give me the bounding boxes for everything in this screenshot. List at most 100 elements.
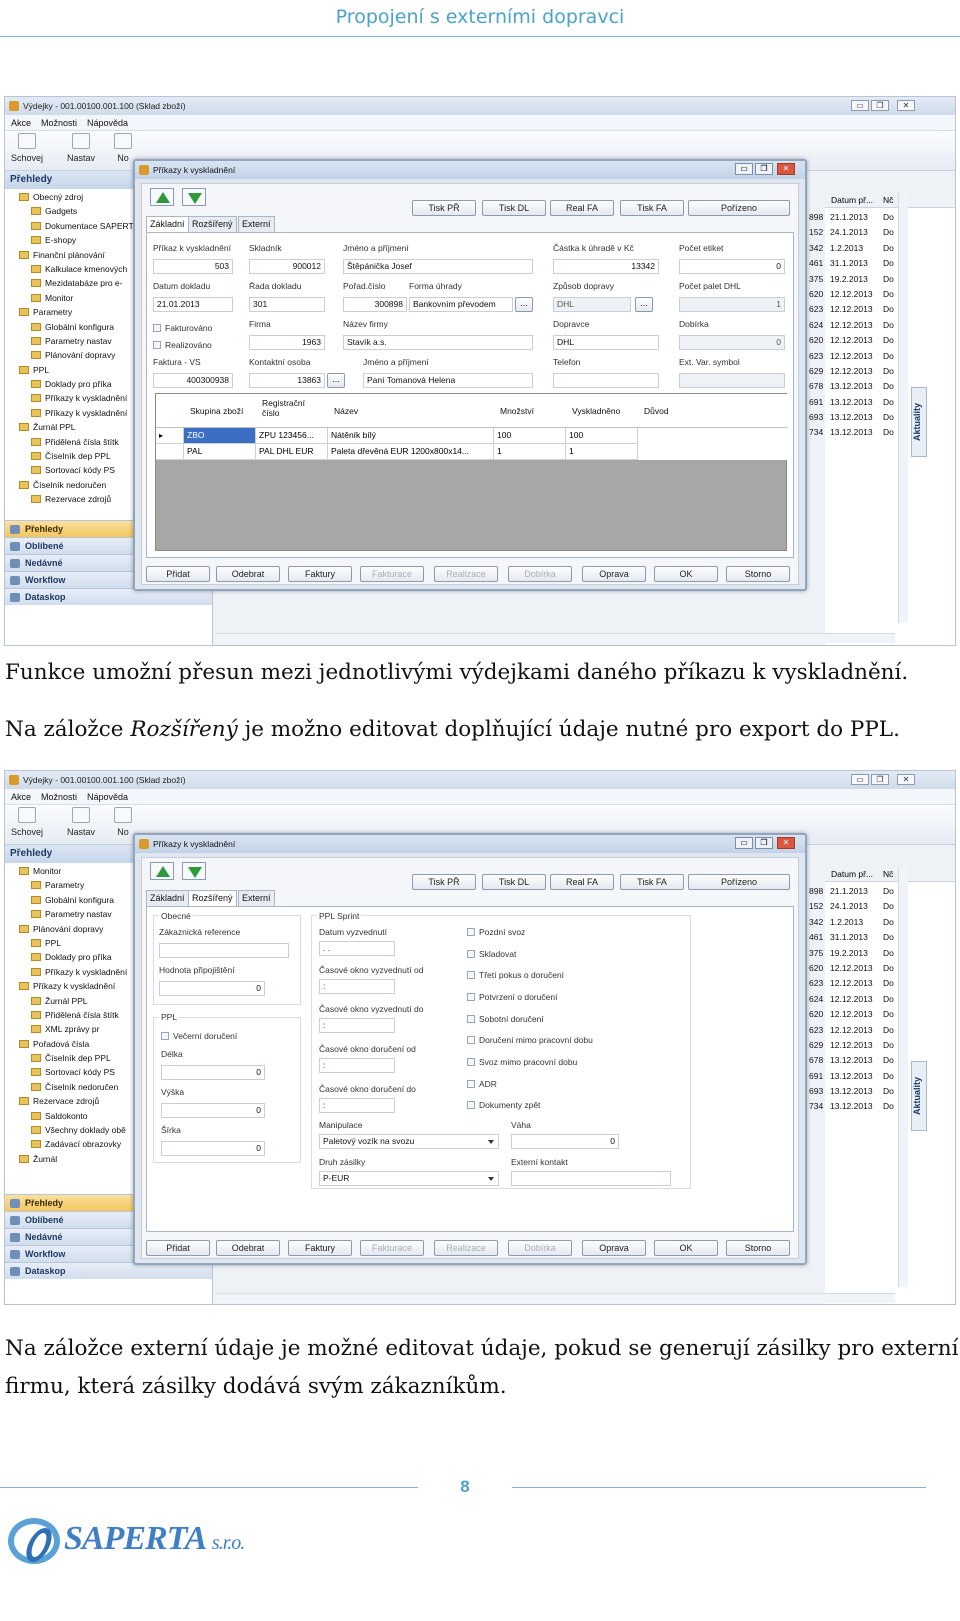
close-button[interactable]: ✕ [897,774,915,785]
list-item[interactable]: 13.12.2013 [830,1099,873,1114]
pridat-button[interactable]: Přidat [146,1240,210,1256]
checkbox-realizovano[interactable]: Realizováno [153,340,212,350]
prev-record-button[interactable] [150,188,174,206]
list-item[interactable]: 12.12.2013 [830,318,873,333]
field-etiket[interactable]: 0 [679,259,785,274]
tab-zakladni[interactable]: Základní [146,216,189,233]
list-item[interactable]: 620 [809,333,823,348]
dialog-maximize-button[interactable]: ❐ [755,837,773,849]
list-item[interactable]: 375 [809,946,823,961]
list-item[interactable]: Do [883,1069,894,1084]
field-okno-doruceni-do[interactable]: : [319,1098,395,1113]
list-item[interactable]: 629 [809,364,823,379]
fakturace-button[interactable]: Fakturace [360,1240,424,1256]
porizeno-button[interactable]: Pořízeno [688,200,790,216]
field-delka[interactable]: 0 [161,1065,265,1080]
list-item[interactable]: 12.12.2013 [830,1038,873,1053]
list-item[interactable]: 12.12.2013 [830,349,873,364]
col-datum[interactable]: Datum př... [831,869,873,879]
field-jmeno[interactable]: Štěpánička Josef [343,259,533,274]
list-item[interactable]: 12.12.2013 [830,302,873,317]
list-item[interactable]: 629 [809,1038,823,1053]
list-item[interactable]: 13.12.2013 [830,410,873,425]
field-dobirka[interactable]: 0 [679,335,785,350]
field-okno-vyzvednuti-od[interactable]: : [319,979,395,994]
list-item[interactable]: 24.1.2013 [830,899,873,914]
field-skladnik[interactable]: 900012 [249,259,325,274]
field-palet[interactable]: 1 [679,297,785,312]
checkbox-pozdni-svoz[interactable]: Pozdní svoz [467,927,525,937]
list-item[interactable]: 623 [809,349,823,364]
tab-rozsireny[interactable]: Rozšířený [188,890,237,907]
list-item[interactable]: 13.12.2013 [830,1084,873,1099]
field-sirka[interactable]: 0 [161,1141,265,1156]
tisk-dl-button[interactable]: Tisk DL [482,200,546,216]
cell-mnozstvi[interactable]: 100 [494,428,566,443]
list-item[interactable]: Do [883,272,894,287]
oprava-button[interactable]: Oprava [582,566,646,582]
dialog-minimize-button[interactable]: ▭ [735,163,753,175]
field-zpusob[interactable]: DHL [553,297,631,312]
list-item[interactable]: 898 [809,210,823,225]
list-item[interactable]: Do [883,915,894,930]
odebrat-button[interactable]: Odebrat [216,1240,280,1256]
list-item[interactable]: 12.12.2013 [830,1007,873,1022]
col-vyskladneno[interactable]: Vyskladněno [572,406,620,416]
storno-button[interactable]: Storno [726,566,790,582]
dialog-minimize-button[interactable]: ▭ [735,837,753,849]
list-item[interactable]: Do [883,946,894,961]
checkbox-doruceni-mimo[interactable]: Doručení mimo pracovní dobu [467,1035,593,1045]
field-nazev[interactable]: Stavík a.s. [343,335,533,350]
cell-mnozstvi[interactable]: 1 [494,444,566,459]
checkbox-vecerni[interactable]: Večerní doručení [161,1031,237,1041]
list-item[interactable]: 31.1.2013 [830,256,873,271]
list-item[interactable]: 375 [809,272,823,287]
list-item[interactable]: 734 [809,1099,823,1114]
col-nazev[interactable]: Název [334,406,358,416]
list-item[interactable]: 620 [809,287,823,302]
list-item[interactable]: Do [883,364,894,379]
col-mnozstvi[interactable]: Množství [500,406,534,416]
list-item[interactable]: Do [883,1053,894,1068]
real-fa-button[interactable]: Real FA [550,200,614,216]
list-item[interactable]: 623 [809,1023,823,1038]
aktuality-tab[interactable]: Aktuality [911,1061,927,1131]
field-rada[interactable]: 301 [249,297,325,312]
aktuality-tab[interactable]: Aktuality [911,387,927,457]
list-item[interactable]: Do [883,210,894,225]
list-item[interactable]: Do [883,1084,894,1099]
list-item[interactable]: 13.12.2013 [830,425,873,440]
list-item[interactable]: Do [883,395,894,410]
dobirka-button[interactable]: Dobírka [508,1240,572,1256]
list-item[interactable]: 620 [809,1007,823,1022]
cell-skupina[interactable]: PAL [184,444,256,459]
checkbox-treti-pokus[interactable]: Třetí pokus o doručení [467,970,564,980]
zpusob-lookup-button[interactable]: ... [635,297,653,312]
list-item[interactable]: 21.1.2013 [830,884,873,899]
list-item[interactable]: 13.12.2013 [830,1069,873,1084]
checkbox-adr[interactable]: ADR [467,1079,497,1089]
field-okno-doruceni-od[interactable]: : [319,1058,395,1073]
storno-button[interactable]: Storno [726,1240,790,1256]
list-item[interactable]: Do [883,1038,894,1053]
list-item[interactable]: 342 [809,915,823,930]
list-item[interactable]: 21.1.2013 [830,210,873,225]
odebrat-button[interactable]: Odebrat [216,566,280,582]
list-item[interactable]: 623 [809,302,823,317]
menu-moznosti[interactable]: Možnosti [41,792,77,802]
forma-lookup-button[interactable]: ... [515,297,533,312]
list-item[interactable]: 691 [809,395,823,410]
list-item[interactable]: 31.1.2013 [830,930,873,945]
table-row[interactable]: ▸ ZBO ZPU 123456... Nátěník bílý 100 100 [156,428,638,444]
select-druh-zasilky[interactable]: P-EUR [319,1171,499,1186]
field-prikaz[interactable]: 503 [153,259,233,274]
cell-skupina[interactable]: ZBO [184,428,256,443]
tisk-fa-button[interactable]: Tisk FA [620,200,684,216]
list-item[interactable]: 12.12.2013 [830,1023,873,1038]
close-button[interactable]: ✕ [897,100,915,111]
list-item[interactable]: 691 [809,1069,823,1084]
list-item[interactable]: 342 [809,241,823,256]
list-item[interactable]: Do [883,992,894,1007]
col-duvod[interactable]: Důvod [644,406,669,416]
field-jmeno2[interactable]: Paní Tomanová Helena [363,373,533,388]
